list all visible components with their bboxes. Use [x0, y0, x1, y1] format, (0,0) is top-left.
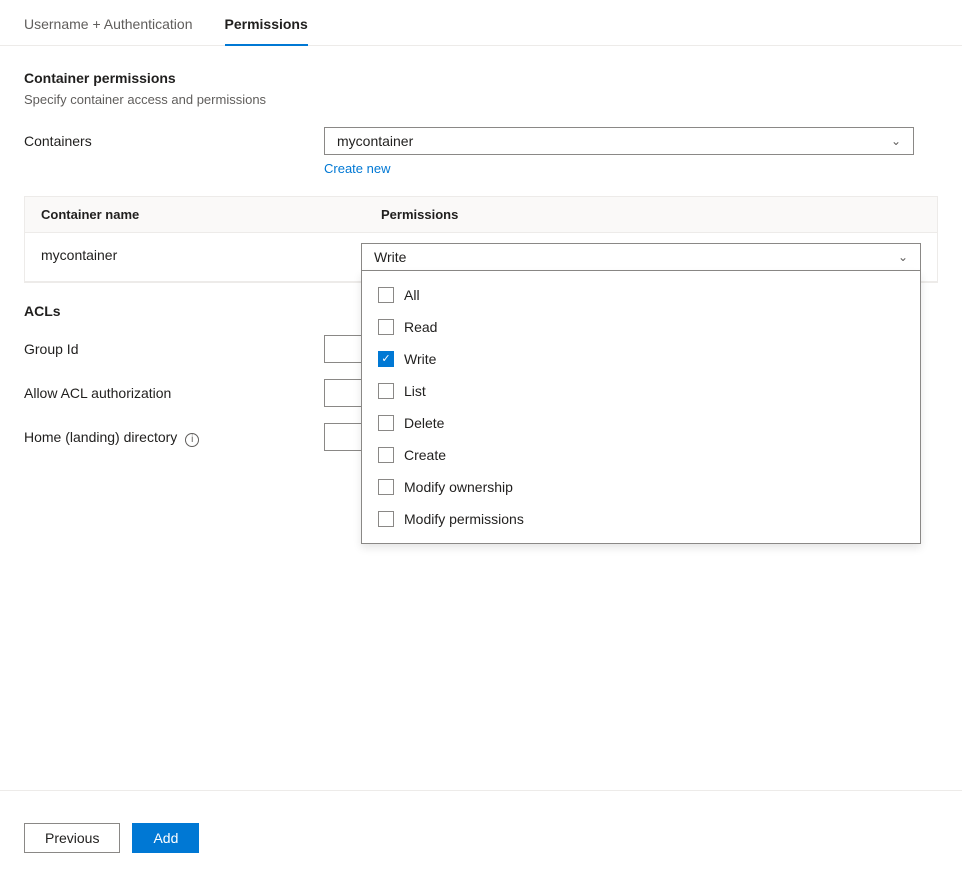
allow-acl-label: Allow ACL authorization	[24, 379, 324, 401]
option-read[interactable]: Read	[362, 311, 920, 343]
checkbox-modify-ownership[interactable]	[378, 479, 394, 495]
cell-permissions: Write ⌄ All Read	[345, 233, 937, 281]
option-delete[interactable]: Delete	[362, 407, 920, 439]
option-list-label: List	[404, 383, 426, 399]
create-new-link[interactable]: Create new	[324, 161, 390, 176]
checkbox-create[interactable]	[378, 447, 394, 463]
permissions-dropdown[interactable]: Write ⌄	[361, 243, 921, 271]
home-dir-info-icon[interactable]: i	[185, 433, 199, 447]
option-delete-label: Delete	[404, 415, 444, 431]
main-content: Container permissions Specify container …	[0, 46, 962, 451]
option-write[interactable]: Write	[362, 343, 920, 375]
option-modify-ownership[interactable]: Modify ownership	[362, 471, 920, 503]
option-all[interactable]: All	[362, 279, 920, 311]
table-header: Container name Permissions	[25, 197, 937, 233]
col-header-permissions: Permissions	[365, 197, 937, 232]
checkbox-all[interactable]	[378, 287, 394, 303]
option-all-label: All	[404, 287, 420, 303]
cell-container-name: mycontainer	[25, 233, 345, 273]
section-description: Specify container access and permissions	[24, 92, 938, 107]
containers-dropdown[interactable]: mycontainer ⌄	[324, 127, 914, 155]
tab-username-auth[interactable]: Username + Authentication	[24, 16, 193, 46]
containers-row: Containers mycontainer ⌄ Create new	[24, 127, 938, 176]
col-header-container-name: Container name	[25, 197, 365, 232]
previous-button[interactable]: Previous	[24, 823, 120, 853]
section-title: Container permissions	[24, 70, 938, 86]
container-table: Container name Permissions mycontainer W…	[24, 196, 938, 283]
containers-label: Containers	[24, 127, 324, 149]
checkbox-read[interactable]	[378, 319, 394, 335]
tabs-bar: Username + Authentication Permissions	[0, 0, 962, 46]
permissions-selected-value: Write	[374, 249, 406, 265]
checkbox-list[interactable]	[378, 383, 394, 399]
option-modify-ownership-label: Modify ownership	[404, 479, 513, 495]
group-id-label: Group Id	[24, 335, 324, 357]
containers-selected-value: mycontainer	[337, 133, 413, 149]
checkbox-delete[interactable]	[378, 415, 394, 431]
option-read-label: Read	[404, 319, 437, 335]
table-row: mycontainer Write ⌄ All	[25, 233, 937, 282]
chevron-down-icon: ⌄	[891, 134, 901, 148]
containers-control: mycontainer ⌄ Create new	[324, 127, 938, 176]
home-dir-label: Home (landing) directory i	[24, 423, 324, 447]
tab-permissions[interactable]: Permissions	[225, 16, 308, 46]
option-modify-permissions-label: Modify permissions	[404, 511, 524, 527]
permissions-dropdown-menu: All Read Write List	[361, 271, 921, 544]
chevron-down-icon-perm: ⌄	[898, 250, 908, 264]
option-create[interactable]: Create	[362, 439, 920, 471]
option-modify-permissions[interactable]: Modify permissions	[362, 503, 920, 535]
option-create-label: Create	[404, 447, 446, 463]
checkbox-write[interactable]	[378, 351, 394, 367]
checkbox-modify-permissions[interactable]	[378, 511, 394, 527]
add-button[interactable]: Add	[132, 823, 199, 853]
permissions-dropdown-wrapper: Write ⌄ All Read	[361, 243, 921, 271]
option-write-label: Write	[404, 351, 436, 367]
footer: Previous Add	[0, 790, 962, 885]
option-list[interactable]: List	[362, 375, 920, 407]
